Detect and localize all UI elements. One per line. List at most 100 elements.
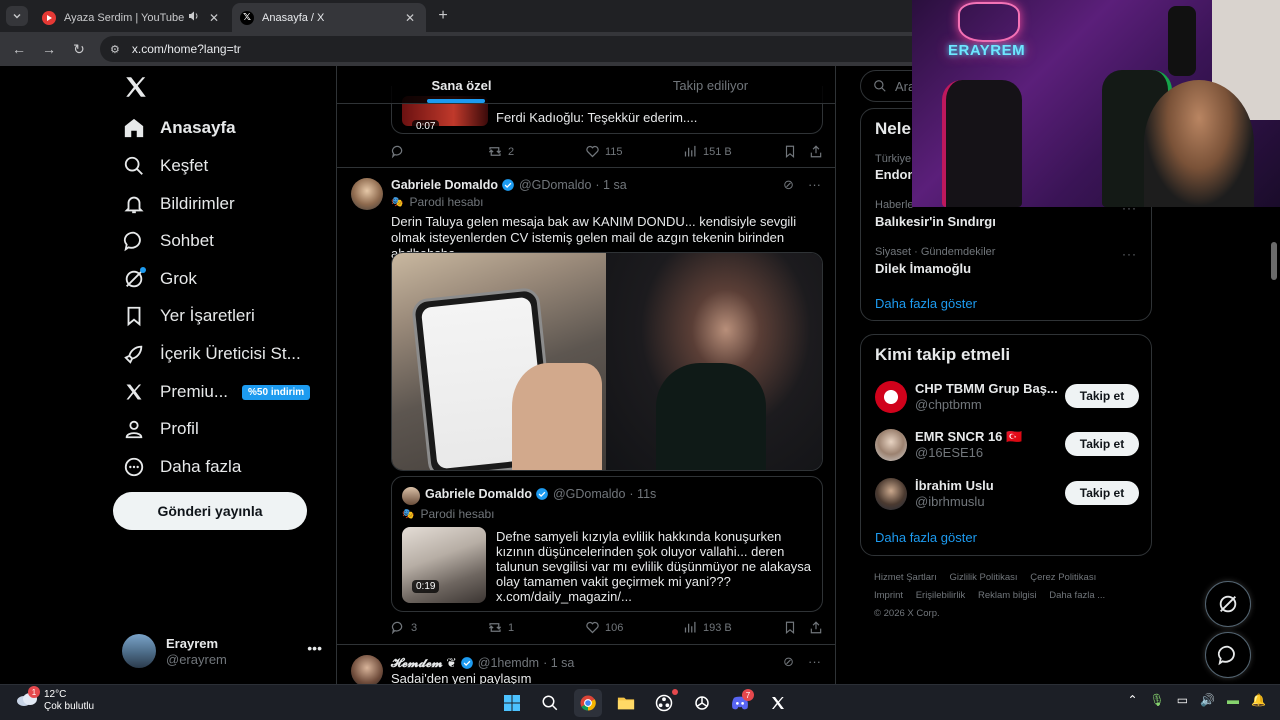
close-tab-icon[interactable]: ✕ <box>206 11 222 25</box>
footer-link[interactable]: Erişilebilirlik <box>916 590 966 601</box>
post-time[interactable]: · 1 sa <box>595 178 626 192</box>
address-bar[interactable]: ⚙ x.com/home?lang=tr <box>100 36 930 62</box>
follow-button[interactable]: Takip et <box>1065 481 1139 505</box>
chevron-up-icon[interactable]: ⌃ <box>1127 693 1137 707</box>
chrome-icon[interactable] <box>574 689 602 717</box>
nav-item-more[interactable]: Daha fazla <box>112 448 241 486</box>
nav-item-explore[interactable]: Keşfet <box>112 147 208 185</box>
grok-fab-button[interactable] <box>1205 581 1251 627</box>
monitor-icon[interactable]: ▭ <box>1177 693 1188 707</box>
like-button[interactable]: 106 <box>585 620 623 635</box>
weather-widget[interactable]: 1 12°C Çok bulutlu <box>16 686 94 713</box>
more-dots-icon[interactable]: ··· <box>808 177 821 193</box>
nav-label: Bildirimler <box>160 194 235 213</box>
browser-tab-x[interactable]: 𝕏 Anasayfa / X ✕ <box>232 3 426 32</box>
footer-link[interactable]: Reklam bilgisi <box>978 590 1037 601</box>
follow-button[interactable]: Takip et <box>1065 432 1139 456</box>
nav-item-creator-studio[interactable]: İçerik Üreticisi St... <box>112 335 301 373</box>
follow-suggestion[interactable]: CHP TBMM Grup Baş... @chptbmm Takip et <box>875 379 1139 415</box>
media-image-phone[interactable] <box>392 253 606 470</box>
author-handle[interactable]: @1hemdm <box>478 656 539 670</box>
scrollbar-thumb[interactable] <box>1271 242 1277 280</box>
url-text: x.com/home?lang=tr <box>131 42 241 56</box>
trend-name[interactable]: Dilek İmamoğlu <box>875 261 971 276</box>
back-icon[interactable]: ← <box>10 40 28 58</box>
search-icon[interactable] <box>536 689 564 717</box>
avatar[interactable] <box>351 655 383 684</box>
tab-for-you[interactable]: Sana özel <box>337 66 586 103</box>
trend-name[interactable]: Endon <box>875 167 915 182</box>
views-button[interactable]: 193 B <box>683 620 732 635</box>
nav-item-home[interactable]: Anasayfa <box>112 109 236 147</box>
more-dots-icon[interactable]: ··· <box>808 654 821 670</box>
reply-button[interactable]: 3 <box>391 620 417 635</box>
grok-icon[interactable]: ⊘ <box>783 177 794 193</box>
views-button[interactable]: 151 B <box>683 144 732 159</box>
trend-name[interactable]: Balıkesir'in Sındırgı <box>875 214 996 229</box>
discord-icon[interactable]: 7 <box>726 689 754 717</box>
follow-button[interactable]: Takip et <box>1065 384 1139 408</box>
nav-item-premium[interactable]: Premiu... %50 indirim <box>112 373 311 411</box>
more-dots-icon[interactable]: ··· <box>1122 247 1137 261</box>
x-logo-icon[interactable] <box>123 74 149 100</box>
messages-fab-button[interactable] <box>1205 632 1251 678</box>
battery-icon[interactable]: ▬ <box>1227 693 1239 707</box>
tab-following[interactable]: Takip ediliyor <box>586 66 835 103</box>
video-duration: 0:07 <box>412 120 440 133</box>
follow-suggestion[interactable]: EMR SNCR 16 🇹🇷 @16ESE16 Takip et <box>875 427 1139 463</box>
footer-link[interactable]: Hizmet Şartları <box>874 572 937 583</box>
nav-item-bookmarks[interactable]: Yer İşaretleri <box>112 297 255 335</box>
notification-bell-icon[interactable]: 🔔 <box>1251 693 1266 707</box>
nav-item-profile[interactable]: Profil <box>112 410 199 448</box>
account-name: Erayrem <box>166 636 219 651</box>
bookmark-button[interactable] <box>783 144 802 159</box>
footer-link[interactable]: Imprint <box>874 590 903 601</box>
nav-item-chat[interactable]: Sohbet <box>112 222 214 260</box>
show-more-link[interactable]: Daha fazla göster <box>875 296 977 311</box>
footer-link[interactable]: Gizlilik Politikası <box>949 572 1017 583</box>
more-dots-icon[interactable]: ••• <box>307 640 322 656</box>
retweet-button[interactable]: 2 <box>487 144 514 159</box>
site-info-icon[interactable]: ⚙ <box>110 43 120 56</box>
like-count: 106 <box>605 621 624 634</box>
retweet-button[interactable]: 1 <box>487 620 514 635</box>
x-app-icon[interactable] <box>764 689 792 717</box>
follow-suggestion[interactable]: İbrahim Uslu @ibrhmuslu Takip et <box>875 476 1139 512</box>
chatgpt-icon[interactable] <box>688 689 716 717</box>
grok-icon[interactable]: ⊘ <box>783 654 794 670</box>
footer-link[interactable]: Daha fazla ... <box>1049 590 1105 601</box>
speaker-icon[interactable] <box>188 10 200 25</box>
show-more-link[interactable]: Daha fazla göster <box>875 530 977 545</box>
trend-context: Siyaset · Gündemdekiler <box>875 246 996 258</box>
footer-link[interactable]: Çerez Politikası <box>1030 572 1096 583</box>
obs-icon[interactable] <box>650 689 678 717</box>
reply-button[interactable] <box>391 144 411 159</box>
post-time[interactable]: · 1 sa <box>543 656 574 670</box>
bookmark-button[interactable] <box>783 620 802 635</box>
browser-tab-youtube[interactable]: Ayaza Serdim | YouTube Mu ✕ <box>34 3 230 32</box>
tab-search-button[interactable] <box>6 6 28 26</box>
share-button[interactable] <box>809 620 828 635</box>
author-name[interactable]: Gabriele Domaldo <box>391 178 498 192</box>
author-handle[interactable]: @GDomaldo <box>519 178 591 192</box>
volume-icon[interactable]: 🔊 <box>1200 693 1215 707</box>
account-switcher[interactable]: Erayrem @erayrem ••• <box>122 634 322 668</box>
nav-item-grok[interactable]: Grok <box>112 260 197 298</box>
like-button[interactable]: 115 <box>585 144 623 159</box>
post-media[interactable] <box>391 252 823 471</box>
author-name[interactable]: 𝓗𝓮𝓶𝓭𝓮𝓶 ❦ <box>391 655 457 671</box>
microphone-icon[interactable]: 🎙 <box>1150 693 1165 707</box>
windows-start-icon[interactable] <box>498 689 526 717</box>
file-explorer-icon[interactable] <box>612 689 640 717</box>
post-button[interactable]: Gönderi yayınla <box>113 492 307 530</box>
share-button[interactable] <box>809 144 828 159</box>
close-tab-icon[interactable]: ✕ <box>402 11 418 25</box>
new-tab-button[interactable]: + <box>434 7 452 25</box>
nav-item-notifications[interactable]: Bildirimler <box>112 185 235 223</box>
forward-icon[interactable]: → <box>40 40 58 58</box>
avatar[interactable] <box>351 178 383 210</box>
media-image-portrait[interactable] <box>606 253 822 470</box>
home-icon <box>122 116 146 140</box>
reload-icon[interactable]: ↻ <box>70 40 88 58</box>
quoted-post[interactable]: Gabriele Domaldo @GDomaldo · 11s 🎭 Parod… <box>391 476 823 612</box>
